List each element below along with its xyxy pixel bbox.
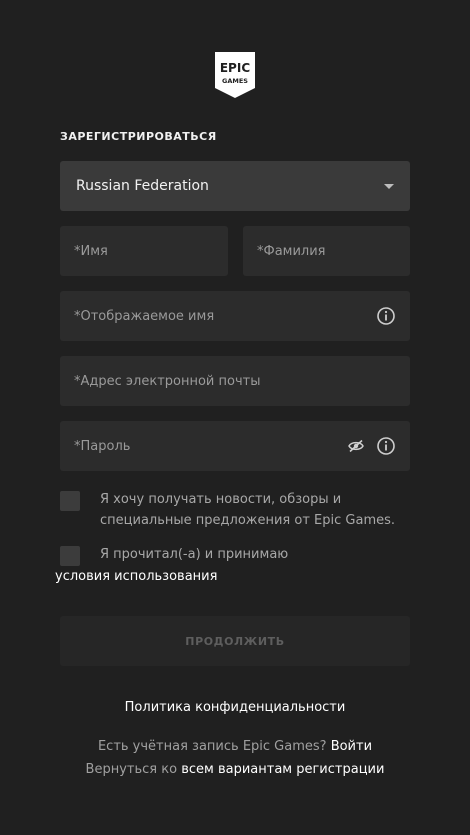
have-account-line: Есть учётная запись Epic Games? Войти [0,739,470,754]
country-value: Russian Federation [76,178,209,194]
all-signup-options-link[interactable]: всем вариантам регистрации [181,762,384,777]
info-icon[interactable] [376,436,396,456]
logo-text-games: GAMES [222,77,248,85]
terms-checkbox[interactable] [60,546,80,566]
back-prefix-text: Вернуться ко [85,762,178,777]
email-input[interactable] [74,373,396,389]
first-name-input[interactable] [74,243,214,259]
have-account-text: Есть учётная запись Epic Games? [97,739,327,754]
password-input[interactable] [74,438,348,454]
login-link[interactable]: Войти [331,739,372,754]
eye-off-icon[interactable] [348,439,364,453]
continue-button[interactable]: ПРОДОЛЖИТЬ [60,616,410,666]
display-name-field[interactable] [60,291,410,341]
last-name-field[interactable] [243,226,410,276]
display-name-input[interactable] [74,308,376,324]
email-field[interactable] [60,356,410,406]
newsletter-label: Я хочу получать новости, обзоры и специа… [100,492,396,528]
country-select[interactable]: Russian Federation [60,161,410,211]
info-icon[interactable] [376,306,396,326]
back-to-options-line: Вернуться ко всем вариантам регистрации [0,762,470,777]
terms-of-service-link[interactable]: условия использования [55,566,217,587]
logo-text-epic: EPIC [220,61,250,75]
first-name-field[interactable] [60,226,228,276]
page-title: ЗАРЕГИСТРИРОВАТЬСЯ [60,130,217,143]
password-field[interactable] [60,421,410,471]
terms-label: Я прочитал(-а) и принимаю [100,547,289,562]
chevron-down-icon [384,183,394,189]
last-name-input[interactable] [257,243,396,259]
newsletter-checkbox[interactable] [60,491,80,511]
epic-games-logo: EPIC GAMES [213,50,257,100]
privacy-policy-link[interactable]: Политика конфиденциальности [0,700,470,715]
